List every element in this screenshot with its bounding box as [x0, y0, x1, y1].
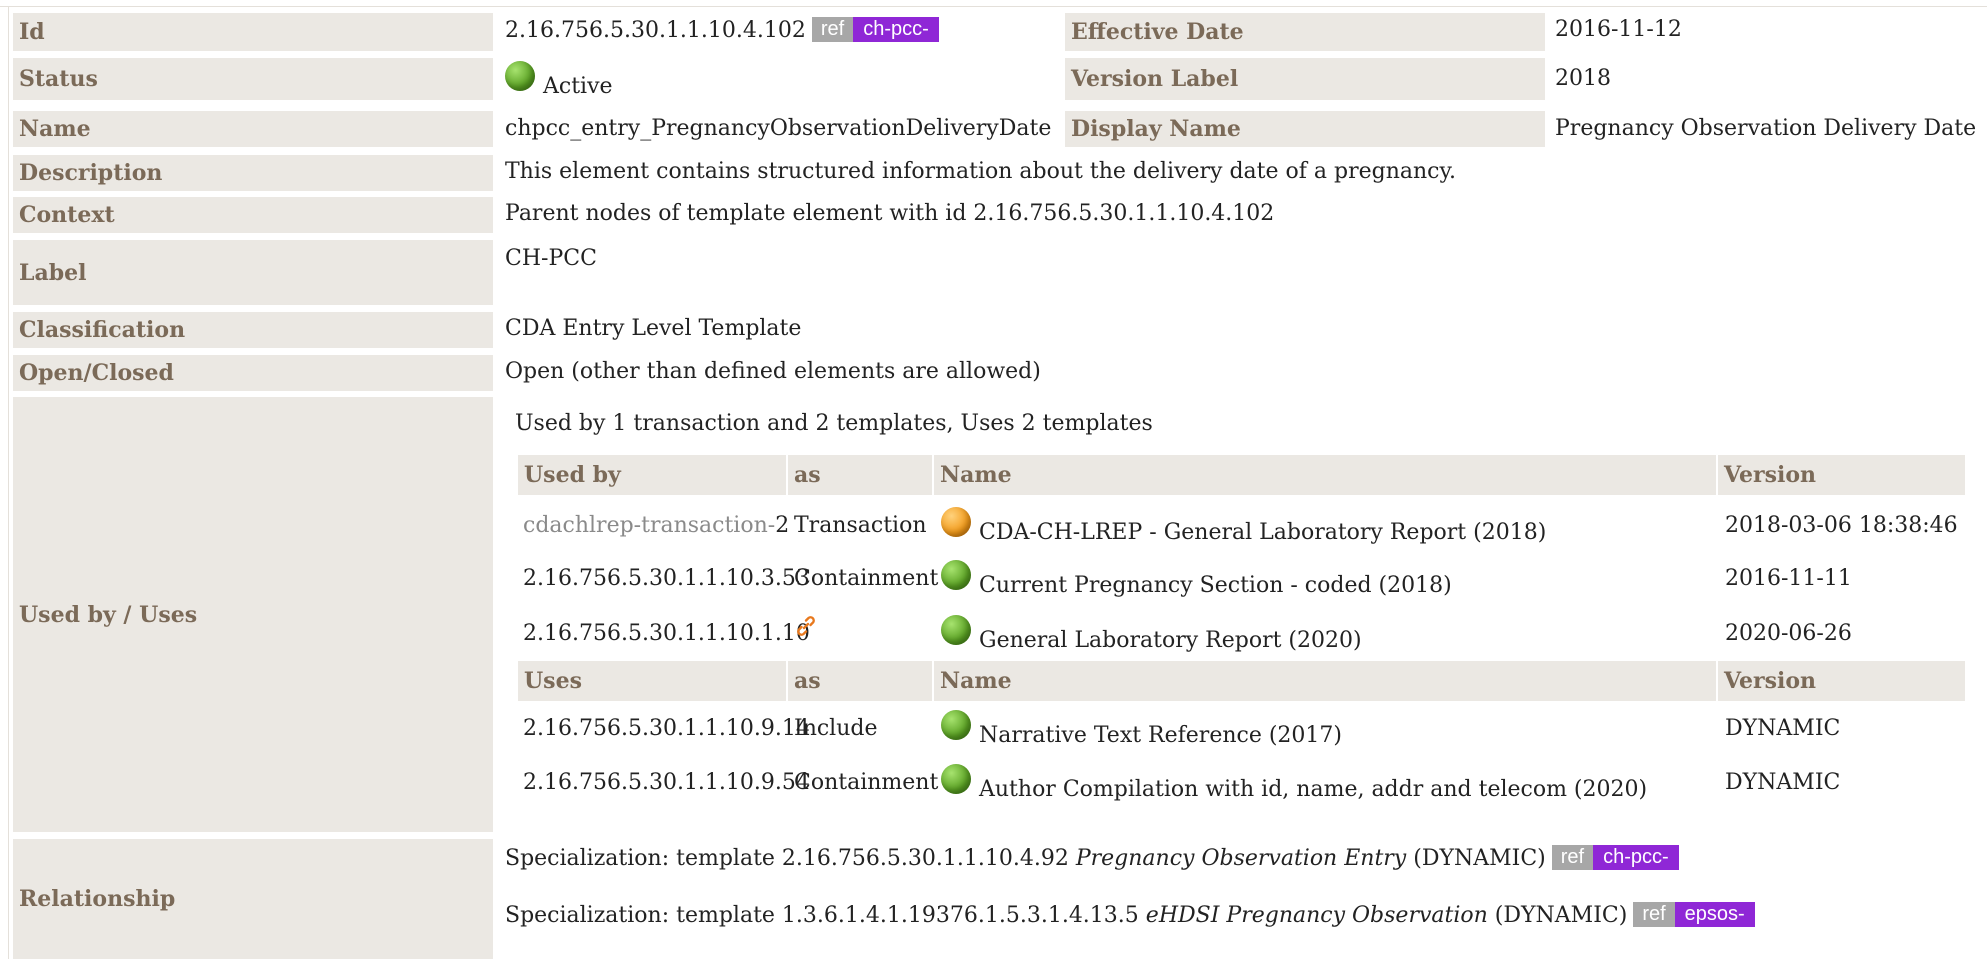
effective-date-value: 2016-11-12	[1555, 17, 1682, 42]
top-border	[0, 6, 1987, 7]
label-classification: Classification	[13, 312, 493, 348]
status-active-icon	[941, 560, 971, 590]
label-description: Description	[13, 155, 493, 191]
context-value: Parent nodes of template element with id…	[505, 201, 1275, 226]
version-header: Version	[1718, 455, 1965, 495]
status-draft-icon	[941, 507, 971, 537]
relationship-1: Specialization: template 2.16.756.5.30.1…	[505, 845, 1679, 871]
used-by-row-2-name: Current Pregnancy Section - coded (2018)	[979, 573, 1452, 598]
used-by-row-2-as: Containment	[794, 566, 939, 591]
label-status: Status	[13, 58, 493, 100]
used-by-row-3-version: 2020-06-26	[1725, 621, 1852, 646]
uses-header: Uses	[518, 661, 786, 701]
status-value-cell: Active	[505, 61, 613, 99]
uses-version-header: Version	[1718, 661, 1965, 701]
uses-row-1-as: Include	[794, 716, 878, 741]
used-by-row-1-name: CDA-CH-LREP - General Laboratory Report …	[979, 520, 1547, 545]
used-by-summary: Used by 1 transaction and 2 templates, U…	[515, 411, 1153, 436]
label-open-closed: Open/Closed	[13, 355, 493, 391]
relationship-1-template-name[interactable]: Pregnancy Observation Entry	[1076, 846, 1406, 871]
label-context: Context	[13, 197, 493, 233]
used-by-row-3-name: General Laboratory Report (2020)	[979, 628, 1362, 653]
label-relationship: Relationship	[13, 839, 493, 959]
open-closed-value: Open (other than defined elements are al…	[505, 359, 1041, 384]
uses-row-2-version: DYNAMIC	[1725, 770, 1841, 795]
uses-row-1-name: Narrative Text Reference (2017)	[979, 723, 1342, 748]
label-used-by-uses: Used by / Uses	[13, 397, 493, 832]
left-border	[8, 6, 9, 959]
uses-row-2-name-cell[interactable]: Author Compilation with id, name, addr a…	[941, 764, 1647, 802]
id-value-cell: 2.16.756.5.30.1.1.10.4.102 ref ch-pcc-	[505, 17, 939, 43]
label-effective-date: Effective Date	[1065, 13, 1545, 51]
display-name-value: Pregnancy Observation Delivery Date	[1555, 116, 1977, 141]
ref-tag: ref	[811, 17, 854, 42]
version-label-value: 2018	[1555, 66, 1611, 91]
status-active-icon	[505, 61, 535, 91]
relationship-2: Specialization: template 1.3.6.1.4.1.193…	[505, 902, 1755, 928]
used-by-row-2-id[interactable]: 2.16.756.5.30.1.1.10.3.53	[523, 566, 810, 591]
relationship-1-ref-badge[interactable]: ref ch-pcc-	[1551, 845, 1679, 870]
classification-value: CDA Entry Level Template	[505, 316, 802, 341]
label-id: Id	[13, 13, 493, 51]
used-by-row-2-version: 2016-11-11	[1725, 566, 1852, 591]
relationship-2-ref-badge[interactable]: ref epsos-	[1633, 902, 1755, 927]
used-by-row-3-id[interactable]: 2.16.756.5.30.1.1.10.1.10	[523, 621, 810, 646]
status-value: Active	[543, 74, 613, 99]
relationship-2-template-name[interactable]: eHDSI Pregnancy Observation	[1146, 903, 1488, 928]
used-by-row-3-name-cell[interactable]: General Laboratory Report (2020)	[941, 615, 1362, 653]
used-by-row-1-as: Transaction	[794, 513, 927, 538]
uses-row-1-version: DYNAMIC	[1725, 716, 1841, 741]
used-by-row-1-id[interactable]: cdachlrep-transaction-2	[523, 513, 789, 538]
name-value: chpcc_entry_PregnancyObservationDelivery…	[505, 116, 1052, 141]
status-active-icon	[941, 615, 971, 645]
used-by-row-1-name-cell[interactable]: CDA-CH-LREP - General Laboratory Report …	[941, 507, 1546, 545]
as-header: as	[788, 455, 932, 495]
description-value: This element contains structured informa…	[505, 159, 1456, 184]
uses-row-1-name-cell[interactable]: Narrative Text Reference (2017)	[941, 710, 1342, 748]
uses-row-2-id[interactable]: 2.16.756.5.30.1.1.10.9.54	[523, 770, 810, 795]
link-icon[interactable]	[794, 614, 818, 644]
project-prefix-tag: ch-pcc-	[853, 17, 939, 42]
status-active-icon	[941, 710, 971, 740]
name-header: Name	[934, 455, 1716, 495]
used-by-row-2-name-cell[interactable]: Current Pregnancy Section - coded (2018)	[941, 560, 1452, 598]
label-version-label: Version Label	[1065, 58, 1545, 100]
uses-row-1-id[interactable]: 2.16.756.5.30.1.1.10.9.14	[523, 716, 810, 741]
label-name: Name	[13, 111, 493, 147]
label-label: Label	[13, 240, 493, 305]
label-value: CH-PCC	[505, 246, 597, 271]
ref-badge[interactable]: ref ch-pcc-	[811, 17, 939, 42]
used-by-row-1-version: 2018-03-06 18:38:46	[1725, 513, 1958, 538]
used-by-header: Used by	[518, 455, 786, 495]
uses-row-2-as: Containment	[794, 770, 939, 795]
status-active-icon	[941, 764, 971, 794]
template-id: 2.16.756.5.30.1.1.10.4.102	[505, 18, 806, 43]
uses-name-header: Name	[934, 661, 1716, 701]
label-display-name: Display Name	[1065, 111, 1545, 147]
uses-as-header: as	[788, 661, 932, 701]
uses-row-2-name: Author Compilation with id, name, addr a…	[979, 777, 1648, 802]
